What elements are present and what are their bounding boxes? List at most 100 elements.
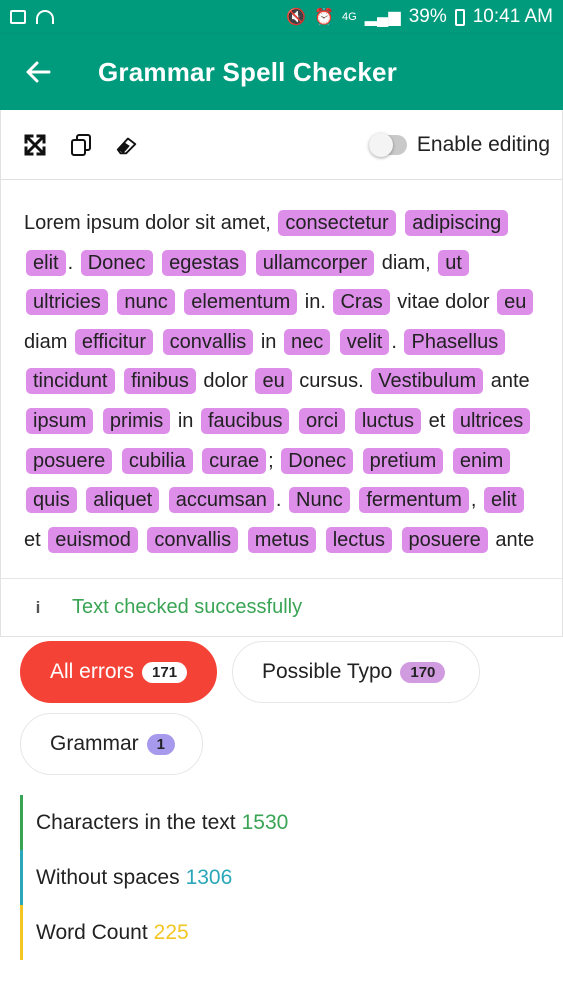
highlighted-error-word[interactable]: euismod bbox=[48, 526, 138, 553]
highlighted-error-word[interactable]: velit bbox=[339, 328, 390, 355]
back-button[interactable] bbox=[0, 34, 76, 110]
highlighted-error-word[interactable]: eu bbox=[497, 289, 534, 316]
plain-text: , bbox=[470, 489, 483, 512]
stat-value: 225 bbox=[153, 920, 189, 944]
filter-grammar[interactable]: Grammar 1 bbox=[20, 713, 203, 775]
highlighted-error-word[interactable]: Nunc bbox=[289, 487, 350, 514]
highlighted-error-word[interactable]: convallis bbox=[162, 328, 254, 355]
highlighted-error-word[interactable]: nec bbox=[283, 328, 331, 355]
highlighted-error-word[interactable]: elit bbox=[26, 249, 66, 276]
highlighted-error-word[interactable]: posuere bbox=[26, 447, 113, 474]
stat-without-spaces: Without spaces 1306 bbox=[20, 850, 540, 905]
status-left bbox=[10, 10, 54, 24]
plain-text: ante bbox=[485, 370, 530, 393]
highlighted-error-word[interactable]: elementum bbox=[184, 289, 298, 316]
highlighted-error-word[interactable]: metus bbox=[247, 526, 317, 553]
stat-word-count: Word Count 225 bbox=[20, 905, 540, 960]
highlighted-error-word[interactable]: accumsan bbox=[168, 487, 274, 514]
filter-all-errors[interactable]: All errors 171 bbox=[20, 641, 217, 703]
plain-text bbox=[155, 252, 161, 274]
highlighted-error-word[interactable]: Phasellus bbox=[404, 328, 506, 355]
highlighted-error-word[interactable]: ullamcorper bbox=[255, 249, 375, 276]
checked-text-area[interactable]: Lorem ipsum dolor sit amet, consectetur … bbox=[1, 180, 562, 578]
text-statistics: Characters in the text 1530 Without spac… bbox=[20, 795, 540, 960]
enable-editing-toggle[interactable]: Enable editing bbox=[368, 132, 550, 157]
info-icon: i bbox=[35, 597, 41, 617]
battery-icon bbox=[454, 8, 465, 26]
fullscreen-icon bbox=[24, 134, 46, 155]
highlighted-error-word[interactable]: consectetur bbox=[278, 210, 396, 236]
plain-text: . bbox=[275, 489, 288, 512]
check-status: i Text checked successfully bbox=[1, 578, 562, 636]
highlighted-error-word[interactable]: pretium bbox=[362, 447, 444, 474]
plain-text: in bbox=[172, 409, 199, 432]
status-bar: 🔇 ⏰ 4G ▂▄▆ 39% 10:41 AM bbox=[0, 0, 563, 34]
plain-text bbox=[110, 291, 116, 313]
clear-button[interactable] bbox=[115, 133, 139, 157]
status-right: 🔇 ⏰ 4G ▂▄▆ 39% 10:41 AM bbox=[286, 6, 553, 28]
copy-button[interactable] bbox=[69, 133, 93, 157]
highlighted-error-word[interactable]: ultricies bbox=[26, 289, 108, 316]
plain-text bbox=[347, 410, 353, 432]
plain-text bbox=[161, 489, 167, 511]
network-type: 4G bbox=[342, 11, 357, 23]
stat-label: Characters in the text bbox=[36, 810, 236, 834]
highlighted-error-word[interactable]: finibus bbox=[124, 368, 196, 395]
highlighted-error-word[interactable]: lectus bbox=[325, 526, 392, 553]
plain-text bbox=[355, 450, 361, 472]
highlighted-error-word[interactable]: Vestibulum bbox=[371, 368, 484, 395]
highlighted-error-word[interactable]: convallis bbox=[147, 526, 239, 553]
plain-text bbox=[177, 291, 183, 313]
filter-possible-typo[interactable]: Possible Typo 170 bbox=[232, 641, 480, 703]
highlighted-error-word[interactable]: orci bbox=[299, 407, 346, 434]
plain-text: . bbox=[391, 330, 403, 353]
toggle-switch[interactable] bbox=[368, 132, 407, 157]
chip-count: 171 bbox=[142, 661, 188, 683]
toggle-label: Enable editing bbox=[416, 132, 550, 156]
highlighted-error-word[interactable]: aliquet bbox=[86, 487, 160, 514]
plain-text bbox=[318, 529, 324, 551]
highlighted-error-word[interactable]: luctus bbox=[354, 407, 422, 434]
plain-text bbox=[95, 410, 101, 432]
highlighted-error-word[interactable]: eu bbox=[255, 368, 292, 395]
plain-text bbox=[248, 252, 254, 274]
stat-characters: Characters in the text 1530 bbox=[20, 795, 540, 850]
highlighted-error-word[interactable]: primis bbox=[102, 407, 171, 434]
plain-text bbox=[352, 489, 358, 511]
arrow-back-icon bbox=[26, 61, 51, 83]
highlighted-error-word[interactable]: tincidunt bbox=[26, 368, 115, 395]
plain-text: ante bbox=[489, 528, 535, 551]
plain-text: in. bbox=[299, 291, 332, 314]
highlighted-error-word[interactable]: Donec bbox=[80, 249, 153, 276]
highlighted-error-word[interactable]: ut bbox=[438, 249, 469, 276]
highlighted-error-word[interactable]: Donec bbox=[281, 447, 354, 474]
highlighted-error-word[interactable]: adipiscing bbox=[405, 210, 509, 236]
highlighted-error-word[interactable]: faucibus bbox=[200, 407, 290, 434]
plain-text: et bbox=[24, 528, 47, 551]
wifi-icon bbox=[36, 10, 54, 24]
highlighted-error-word[interactable]: enim bbox=[452, 447, 511, 474]
highlighted-error-word[interactable]: Cras bbox=[333, 289, 390, 316]
plain-text bbox=[117, 370, 123, 392]
chip-label: All errors bbox=[50, 660, 135, 683]
highlighted-error-word[interactable]: nunc bbox=[117, 289, 175, 316]
chip-label: Possible Typo bbox=[262, 660, 393, 683]
page-title: Grammar Spell Checker bbox=[98, 56, 398, 87]
highlighted-error-word[interactable]: egestas bbox=[162, 249, 247, 276]
highlighted-error-word[interactable]: efficitur bbox=[74, 328, 154, 355]
stat-label: Word Count bbox=[36, 920, 148, 944]
highlighted-error-word[interactable]: cubilia bbox=[121, 447, 193, 474]
stat-label: Without spaces bbox=[36, 865, 180, 889]
image-notification-icon bbox=[10, 10, 26, 24]
highlighted-error-word[interactable]: elit bbox=[484, 487, 524, 514]
editor-toolbar: Enable editing bbox=[1, 110, 562, 180]
highlighted-error-word[interactable]: curae bbox=[202, 447, 267, 474]
highlighted-error-word[interactable]: ultrices bbox=[452, 407, 531, 434]
highlighted-error-word[interactable]: ipsum bbox=[26, 407, 94, 434]
highlighted-error-word[interactable]: posuere bbox=[401, 526, 488, 553]
plain-text: cursus. bbox=[293, 370, 370, 393]
battery-percent: 39% bbox=[408, 6, 447, 27]
highlighted-error-word[interactable]: fermentum bbox=[359, 487, 469, 514]
fullscreen-button[interactable] bbox=[23, 133, 47, 157]
highlighted-error-word[interactable]: quis bbox=[26, 487, 77, 514]
